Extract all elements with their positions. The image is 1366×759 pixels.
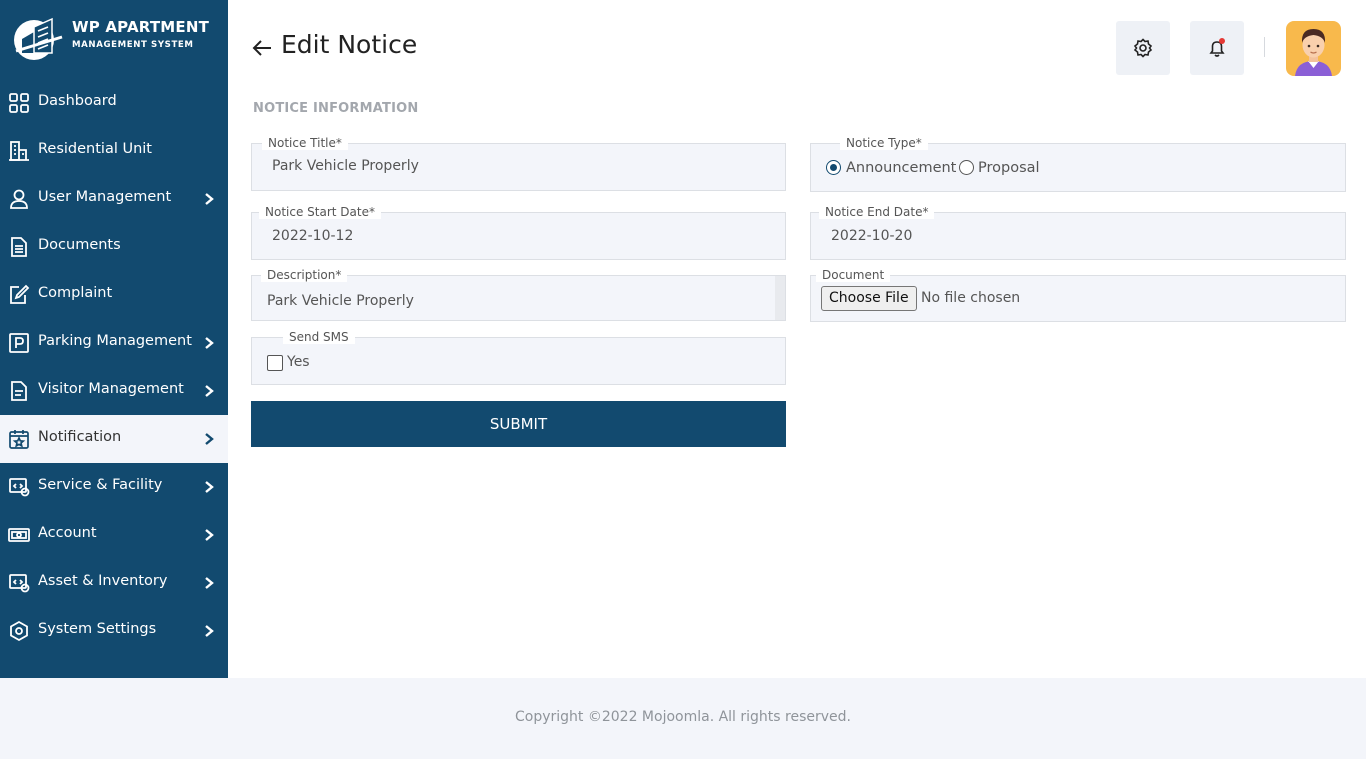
proposal-radio-label[interactable]: Proposal xyxy=(978,160,1040,176)
footer: Copyright ©2022 Mojoomla. All rights res… xyxy=(0,678,1366,759)
copyright-text: Copyright ©2022 Mojoomla. All rights res… xyxy=(514,709,851,725)
submit-button[interactable]: SUBMIT xyxy=(251,401,786,447)
description-textarea[interactable]: Park Vehicle Properly xyxy=(267,293,414,309)
sidebar-item-dashboard[interactable]: Dashboard xyxy=(0,79,228,127)
sidebar-item-label: System Settings xyxy=(38,621,157,637)
building-icon xyxy=(8,140,30,162)
sidebar-item-notification[interactable]: Notification xyxy=(0,415,228,463)
sidebar-item-complaint[interactable]: Complaint xyxy=(0,271,228,319)
sidebar-item-service-facility[interactable]: Service & Facility xyxy=(0,463,228,511)
description-scrollbar[interactable] xyxy=(775,276,785,320)
chevron-right-icon xyxy=(204,384,214,398)
settings-icon xyxy=(8,620,30,642)
user-icon xyxy=(8,188,30,210)
start-date-label: Notice Start Date* xyxy=(259,205,381,219)
sidebar-item-visitor-management[interactable]: Visitor Management xyxy=(0,367,228,415)
app-logo[interactable]: WP APARTMENT MANAGEMENT SYSTEM xyxy=(10,12,220,64)
sidebar-item-label: Visitor Management xyxy=(38,381,184,397)
money-icon xyxy=(8,524,30,546)
announcement-radio[interactable] xyxy=(826,160,841,175)
sidebar-item-system-settings[interactable]: System Settings xyxy=(0,607,228,655)
sidebar-item-label: Complaint xyxy=(38,285,113,301)
sidebar-item-label: Asset & Inventory xyxy=(38,573,168,589)
logo-subtitle: MANAGEMENT SYSTEM xyxy=(72,40,194,50)
send-sms-checkbox[interactable] xyxy=(267,355,283,371)
sidebar-item-label: Dashboard xyxy=(38,93,117,109)
notifications-button[interactable] xyxy=(1190,21,1244,75)
notice-title-field[interactable]: Notice Title* Park Vehicle Properly xyxy=(251,136,786,191)
sidebar-item-label: Account xyxy=(38,525,97,541)
chevron-right-icon xyxy=(204,192,214,206)
notice-title-input[interactable]: Park Vehicle Properly xyxy=(272,158,419,174)
sidebar-item-account[interactable]: Account xyxy=(0,511,228,559)
description-label: Description* xyxy=(261,268,348,282)
end-date-input[interactable]: 2022-10-20 xyxy=(831,228,912,244)
description-field[interactable]: Description* Park Vehicle Properly xyxy=(251,268,786,321)
chevron-right-icon xyxy=(204,336,214,350)
parking-icon xyxy=(8,332,30,354)
notice-type-label: Notice Type* xyxy=(840,136,928,150)
sidebar-item-parking-management[interactable]: Parking Management xyxy=(0,319,228,367)
chevron-right-icon xyxy=(204,528,214,542)
grid-icon xyxy=(8,92,30,114)
send-sms-checkbox-label[interactable]: Yes xyxy=(287,354,310,370)
chevron-right-icon xyxy=(204,576,214,590)
announcement-radio-label[interactable]: Announcement xyxy=(846,160,956,176)
service-icon xyxy=(8,476,30,498)
start-date-field[interactable]: Notice Start Date* 2022-10-12 xyxy=(251,205,786,260)
send-sms-label: Send SMS xyxy=(283,330,355,344)
settings-button[interactable] xyxy=(1116,21,1170,75)
sidebar-item-asset-inventory[interactable]: Asset & Inventory xyxy=(0,559,228,607)
file-status-text: No file chosen xyxy=(921,290,1021,306)
proposal-radio[interactable] xyxy=(959,160,974,175)
chevron-right-icon xyxy=(204,480,214,494)
start-date-input[interactable]: 2022-10-12 xyxy=(272,228,353,244)
sidebar-item-label: Documents xyxy=(38,237,121,253)
sidebar: WP APARTMENT MANAGEMENT SYSTEM Dashboard… xyxy=(0,0,228,678)
end-date-label: Notice End Date* xyxy=(819,205,935,219)
section-title: NOTICE INFORMATION xyxy=(253,101,419,116)
edit-icon xyxy=(8,284,30,306)
sidebar-item-documents[interactable]: Documents xyxy=(0,223,228,271)
logo-building-icon xyxy=(14,17,63,60)
page-title: Edit Notice xyxy=(281,30,418,59)
sidebar-item-label: Service & Facility xyxy=(38,477,163,493)
header-divider xyxy=(1264,37,1265,57)
clipboard-icon xyxy=(8,380,30,402)
send-sms-field: Send SMS Yes xyxy=(251,330,786,385)
chevron-right-icon xyxy=(204,432,214,446)
gear-icon xyxy=(1133,38,1153,58)
sidebar-item-label: Parking Management xyxy=(38,333,192,349)
sidebar-item-label: User Management xyxy=(38,189,172,205)
calendar-star-icon xyxy=(8,428,30,450)
document-field: Document Choose File No file chosen xyxy=(810,268,1346,322)
chevron-right-icon xyxy=(204,624,214,638)
notice-type-field: Notice Type* Announcement Proposal xyxy=(810,136,1346,192)
back-arrow-icon[interactable] xyxy=(251,37,273,59)
avatar[interactable] xyxy=(1286,21,1341,76)
end-date-field[interactable]: Notice End Date* 2022-10-20 xyxy=(810,205,1346,260)
logo-title: WP APARTMENT xyxy=(72,18,210,36)
document-icon xyxy=(8,236,30,258)
document-label: Document xyxy=(816,268,891,282)
sidebar-item-label: Notification xyxy=(38,429,122,445)
choose-file-button[interactable]: Choose File xyxy=(821,286,917,311)
user-avatar-icon xyxy=(1295,29,1332,76)
inventory-icon xyxy=(8,572,30,594)
sidebar-item-residential-unit[interactable]: Residential Unit xyxy=(0,127,228,175)
notification-dot xyxy=(1219,38,1225,44)
notice-title-label: Notice Title* xyxy=(262,136,348,150)
sidebar-menu: Dashboard Residential Unit User Manageme… xyxy=(0,79,228,655)
sidebar-item-label: Residential Unit xyxy=(38,141,152,157)
sidebar-item-user-management[interactable]: User Management xyxy=(0,175,228,223)
